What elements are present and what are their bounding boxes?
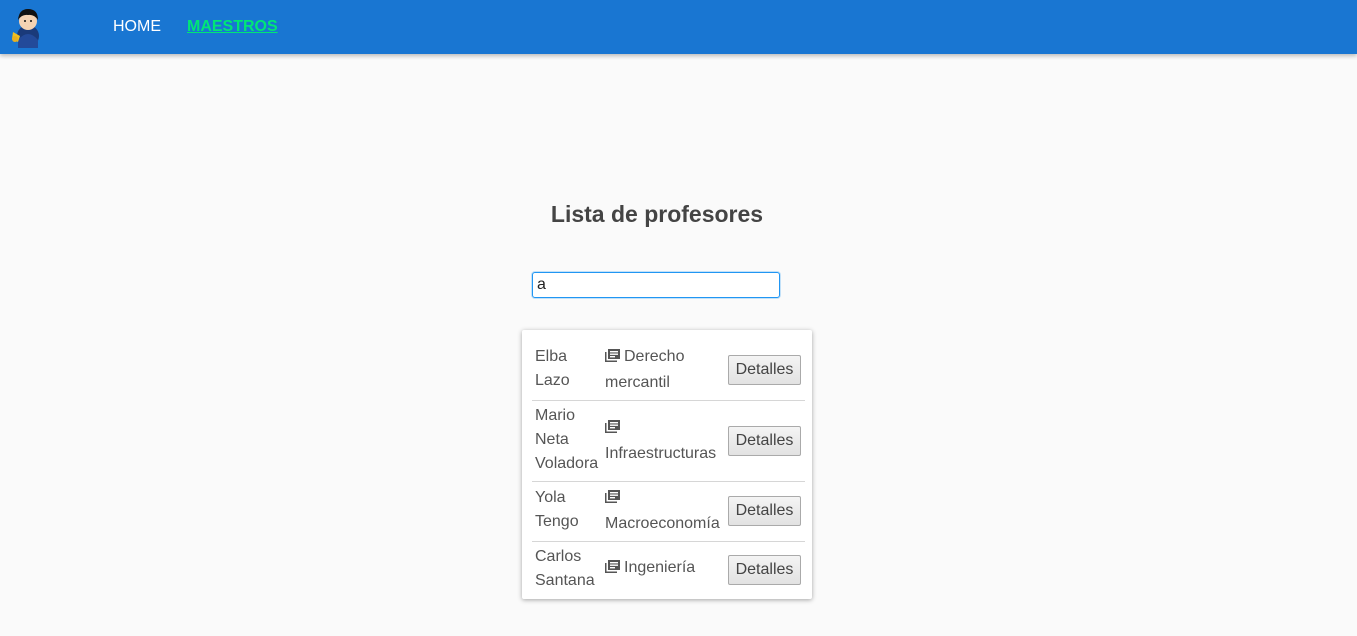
teacher-subject-line: Infraestructuras bbox=[605, 445, 717, 462]
teacher-name: Mario Neta Voladora bbox=[535, 404, 598, 476]
book-icon bbox=[605, 349, 620, 362]
teacher-row: Yola Tengo Macroeconomía Detalles bbox=[532, 482, 805, 542]
teacher-subject-line: mercantil bbox=[605, 374, 670, 391]
teacher-name-line: Voladora bbox=[535, 455, 599, 472]
teacher-name: Yola Tengo bbox=[535, 486, 579, 534]
details-button[interactable]: Detalles bbox=[728, 355, 801, 385]
teacher-row: Carlos Santana Ingeniería Detalles bbox=[532, 542, 805, 597]
teacher-name-line: Lazo bbox=[535, 372, 570, 389]
teacher-name: Elba Lazo bbox=[535, 345, 570, 393]
teacher-row: Mario Neta Voladora Infraestructuras Det… bbox=[532, 401, 805, 482]
teacher-name-line: Neta bbox=[535, 431, 569, 448]
teacher-subject-line: Ingeniería bbox=[624, 559, 696, 576]
nav-maestros-link[interactable]: MAESTROS bbox=[187, 17, 278, 37]
teacher-subject: Infraestructuras bbox=[605, 415, 727, 467]
teacher-name-line: Elba bbox=[535, 348, 568, 365]
details-button[interactable]: Detalles bbox=[728, 555, 801, 585]
teacher-name-line: Mario bbox=[535, 407, 576, 424]
details-button[interactable]: Detalles bbox=[728, 496, 801, 526]
book-icon bbox=[605, 490, 620, 503]
teacher-list-card: Elba Lazo Derecho mercantil Detalles Mar… bbox=[522, 330, 812, 599]
nav-home-link[interactable]: HOME bbox=[113, 17, 161, 37]
logo-icon[interactable] bbox=[10, 6, 46, 48]
search-input[interactable] bbox=[532, 272, 780, 298]
teacher-subject: Ingeniería bbox=[605, 555, 727, 581]
teacher-name-line: Tengo bbox=[535, 513, 579, 530]
teacher-subject-line: Derecho bbox=[624, 348, 685, 365]
book-icon bbox=[605, 560, 620, 573]
teacher-name-line: Carlos bbox=[535, 548, 582, 565]
teacher-row: Elba Lazo Derecho mercantil Detalles bbox=[532, 340, 805, 401]
teacher-name-line: Santana bbox=[535, 572, 595, 589]
top-navbar: HOME MAESTROS bbox=[0, 0, 1357, 54]
teacher-subject: Macroeconomía bbox=[605, 485, 727, 537]
teacher-subject: Derecho mercantil bbox=[605, 344, 727, 396]
details-button[interactable]: Detalles bbox=[728, 426, 801, 456]
teacher-name: Carlos Santana bbox=[535, 545, 595, 593]
teacher-subject-line: Macroeconomía bbox=[605, 515, 720, 532]
book-icon bbox=[605, 420, 620, 433]
page-title: Lista de profesores bbox=[550, 201, 764, 227]
teacher-name-line: Yola bbox=[535, 489, 566, 506]
